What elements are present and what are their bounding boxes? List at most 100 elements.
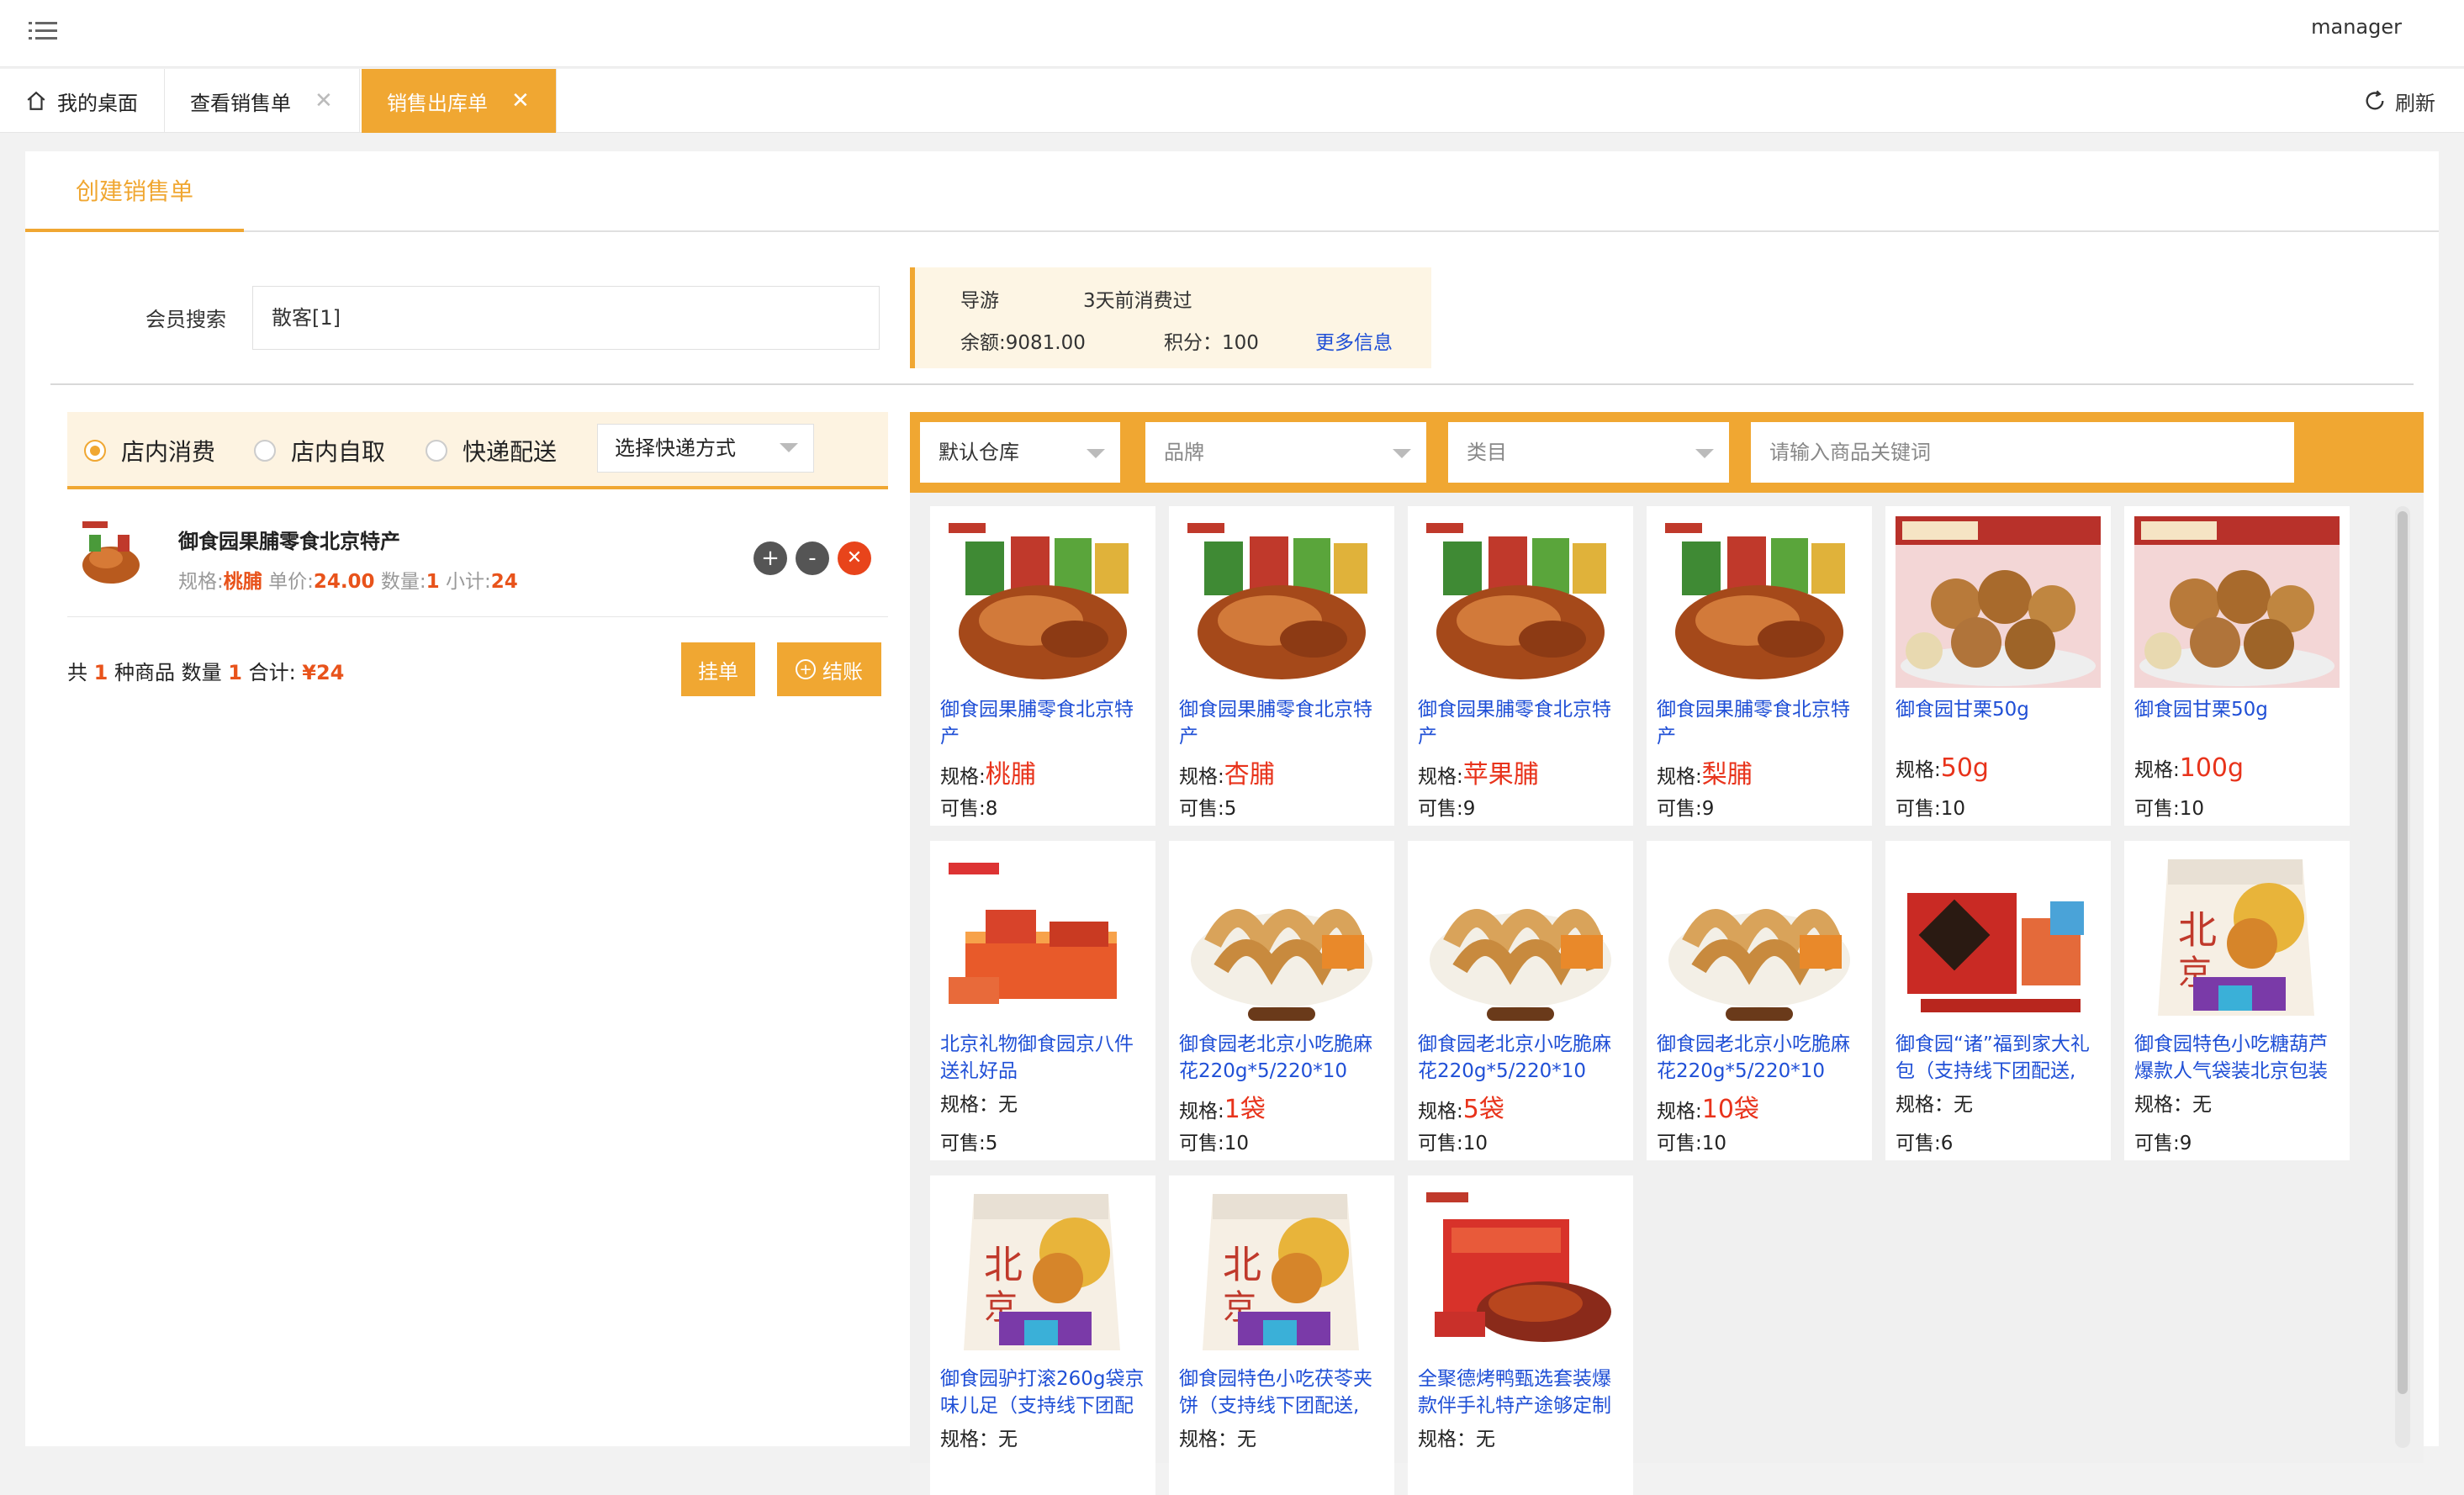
- product-image[interactable]: 北京: [2134, 851, 2340, 1022]
- tab-my-desktop[interactable]: 我的桌面: [0, 69, 165, 133]
- product-image[interactable]: [1179, 851, 1384, 1022]
- brand-select[interactable]: 品牌: [1145, 422, 1426, 483]
- express-method-select[interactable]: 选择快递方式: [597, 424, 814, 473]
- product-card[interactable]: 御食园果脯零食北京特产 规格:苹果脯 可售:9: [1408, 506, 1633, 826]
- more-info-link[interactable]: 更多信息: [1315, 326, 1393, 355]
- menu-toggle-icon[interactable]: [29, 20, 57, 42]
- product-image[interactable]: [1418, 516, 1623, 688]
- product-name[interactable]: 御食园果脯零食北京特产: [1657, 696, 1867, 750]
- product-name[interactable]: 御食园老北京小吃脆麻花220g*5/220*10: [1657, 1031, 1867, 1085]
- product-name[interactable]: 北京礼物御食园京八件送礼好品: [940, 1031, 1150, 1085]
- close-icon[interactable]: ✕: [511, 88, 530, 114]
- hold-order-button[interactable]: 挂单: [681, 642, 755, 696]
- product-name[interactable]: 御食园果脯零食北京特产: [1179, 696, 1389, 750]
- refresh-icon: [2366, 90, 2384, 110]
- warehouse-select[interactable]: 默认仓库: [920, 422, 1120, 483]
- tab-view-sales-order[interactable]: 查看销售单 ✕: [165, 69, 360, 133]
- close-icon[interactable]: ✕: [315, 88, 333, 114]
- spec-label: 规格:: [940, 766, 986, 788]
- product-image[interactable]: [1657, 851, 1862, 1022]
- product-card[interactable]: 御食园老北京小吃脆麻花220g*5/220*10 规格:1袋 可售:10: [1169, 841, 1394, 1160]
- product-image[interactable]: [1418, 1186, 1623, 1357]
- scrollbar[interactable]: [2395, 506, 2410, 1448]
- radio-label: 店内消费: [121, 438, 216, 466]
- product-image[interactable]: [1418, 851, 1623, 1022]
- product-image[interactable]: [1896, 516, 2101, 688]
- product-image[interactable]: 北京: [940, 1186, 1145, 1357]
- remove-item-button[interactable]: ✕: [838, 541, 871, 575]
- radio-label: 快递配送: [463, 438, 558, 466]
- product-name[interactable]: 御食园甘栗50g: [1896, 696, 2106, 750]
- product-spec: 规格：无: [1418, 1423, 1495, 1451]
- sub-tab-bar: 创建销售单: [25, 151, 2439, 232]
- product-spec: 规格:梨脯: [1657, 753, 1753, 790]
- product-name[interactable]: 御食园特色小吃糖葫芦爆款人气袋装北京包装: [2134, 1031, 2345, 1085]
- chevron-down-icon: [1695, 449, 1714, 458]
- product-spec: 规格:50g: [1896, 753, 1989, 783]
- summary-text: 共: [67, 661, 94, 684]
- product-spec: 规格：无: [1179, 1423, 1256, 1451]
- product-card[interactable]: 御食园老北京小吃脆麻花220g*5/220*10 规格:10袋 可售:10: [1647, 841, 1872, 1160]
- spec-label: 规格:: [1418, 1101, 1463, 1123]
- product-image[interactable]: 北京: [1179, 1186, 1384, 1357]
- product-card[interactable]: 御食园甘栗50g 规格:50g 可售:10: [1885, 506, 2111, 826]
- product-image[interactable]: [2134, 516, 2340, 688]
- spec-value: 无: [2192, 1094, 2212, 1116]
- category-select[interactable]: 类目: [1448, 422, 1729, 483]
- product-card[interactable]: 御食园甘栗50g 规格:100g 可售:10: [2124, 506, 2350, 826]
- product-card[interactable]: 御食园果脯零食北京特产 规格:梨脯 可售:9: [1647, 506, 1872, 826]
- product-card[interactable]: 北京御食园特色小吃糖葫芦爆款人气袋装北京包装 规格：无 可售:9: [2124, 841, 2350, 1160]
- product-image[interactable]: [1657, 516, 1862, 688]
- spec-value: 无: [1954, 1094, 1973, 1116]
- radio-self-pickup[interactable]: 店内自取: [254, 412, 385, 489]
- product-keyword-input[interactable]: 请输入商品关键词: [1751, 422, 2294, 483]
- product-name[interactable]: 御食园老北京小吃脆麻花220g*5/220*10: [1179, 1031, 1389, 1085]
- product-card[interactable]: 北京御食园驴打滚260g袋京味儿足（支持线下团配 规格：无: [930, 1175, 1155, 1495]
- checkout-button[interactable]: + 结账: [777, 642, 881, 696]
- tab-create-sales-order[interactable]: 创建销售单: [25, 151, 244, 232]
- scrollbar-thumb[interactable]: [2398, 511, 2408, 1394]
- product-name[interactable]: 御食园果脯零食北京特产: [940, 696, 1150, 750]
- product-spec: 规格：无: [1896, 1088, 1973, 1117]
- refresh-button[interactable]: 刷新: [2363, 69, 2435, 133]
- product-card[interactable]: 北京礼物御食园京八件送礼好品 规格：无 可售:5: [930, 841, 1155, 1160]
- cart-item-meta: 规格:桃脯 单价:24.00 数量:1 小计:24: [178, 565, 518, 594]
- member-last-visit: 3天前消费过: [1083, 290, 1192, 312]
- product-image[interactable]: [940, 516, 1145, 688]
- product-spec: 规格：无: [940, 1088, 1018, 1117]
- product-name[interactable]: 御食园驴打滚260g袋京味儿足（支持线下团配: [940, 1366, 1150, 1419]
- product-card[interactable]: 御食园老北京小吃脆麻花220g*5/220*10 规格:5袋 可售:10: [1408, 841, 1633, 1160]
- product-name[interactable]: 御食园甘栗50g: [2134, 696, 2345, 750]
- filter-bar: 默认仓库 品牌 类目 请输入商品关键词: [910, 412, 2424, 493]
- product-name[interactable]: 御食园老北京小吃脆麻花220g*5/220*10: [1418, 1031, 1628, 1085]
- radio-dine-in[interactable]: 店内消费: [84, 412, 215, 489]
- tab-sales-outbound[interactable]: 销售出库单 ✕: [362, 69, 557, 133]
- product-card[interactable]: 全聚德烤鸭甄选套装爆款伴手礼特产途够定制规格：无: [1408, 1175, 1633, 1495]
- product-name[interactable]: 全聚德烤鸭甄选套装爆款伴手礼特产途够定制: [1418, 1366, 1628, 1419]
- product-name[interactable]: 御食园“诸”福到家大礼包（支持线下团配送,: [1896, 1031, 2106, 1085]
- svg-text:北: 北: [1223, 1242, 1261, 1287]
- divider: [50, 383, 2414, 385]
- chevron-down-icon: [1393, 449, 1411, 458]
- spec-value: 桃脯: [985, 760, 1036, 790]
- current-user[interactable]: manager: [2311, 15, 2402, 39]
- product-name[interactable]: 御食园果脯零食北京特产: [1418, 696, 1628, 750]
- product-image[interactable]: [1179, 516, 1384, 688]
- spec-label: 规格：: [1896, 1094, 1954, 1116]
- product-card[interactable]: 御食园“诸”福到家大礼包（支持线下团配送, 规格：无 可售:6: [1885, 841, 2111, 1160]
- spec-value: 梨脯: [1701, 760, 1753, 790]
- product-spec: 规格:1袋: [1179, 1088, 1266, 1125]
- radio-express[interactable]: 快递配送: [426, 412, 557, 489]
- product-card[interactable]: 御食园果脯零食北京特产 规格:杏脯 可售:5: [1169, 506, 1394, 826]
- product-image[interactable]: [1896, 851, 2101, 1022]
- spec-label: 规格：: [940, 1429, 998, 1450]
- product-spec: 规格:杏脯: [1179, 753, 1275, 790]
- product-name[interactable]: 御食园特色小吃茯苓夹饼（支持线下团配送,: [1179, 1366, 1389, 1419]
- product-card[interactable]: 北京御食园特色小吃茯苓夹饼（支持线下团配送, 规格：无: [1169, 1175, 1394, 1495]
- member-search-input[interactable]: 散客[1]: [252, 286, 880, 350]
- product-image[interactable]: [940, 851, 1145, 1022]
- product-card[interactable]: 御食园果脯零食北京特产 规格:桃脯 可售:8: [930, 506, 1155, 826]
- increase-qty-button[interactable]: +: [753, 541, 787, 575]
- select-value: 品牌: [1164, 441, 1204, 464]
- decrease-qty-button[interactable]: -: [796, 541, 829, 575]
